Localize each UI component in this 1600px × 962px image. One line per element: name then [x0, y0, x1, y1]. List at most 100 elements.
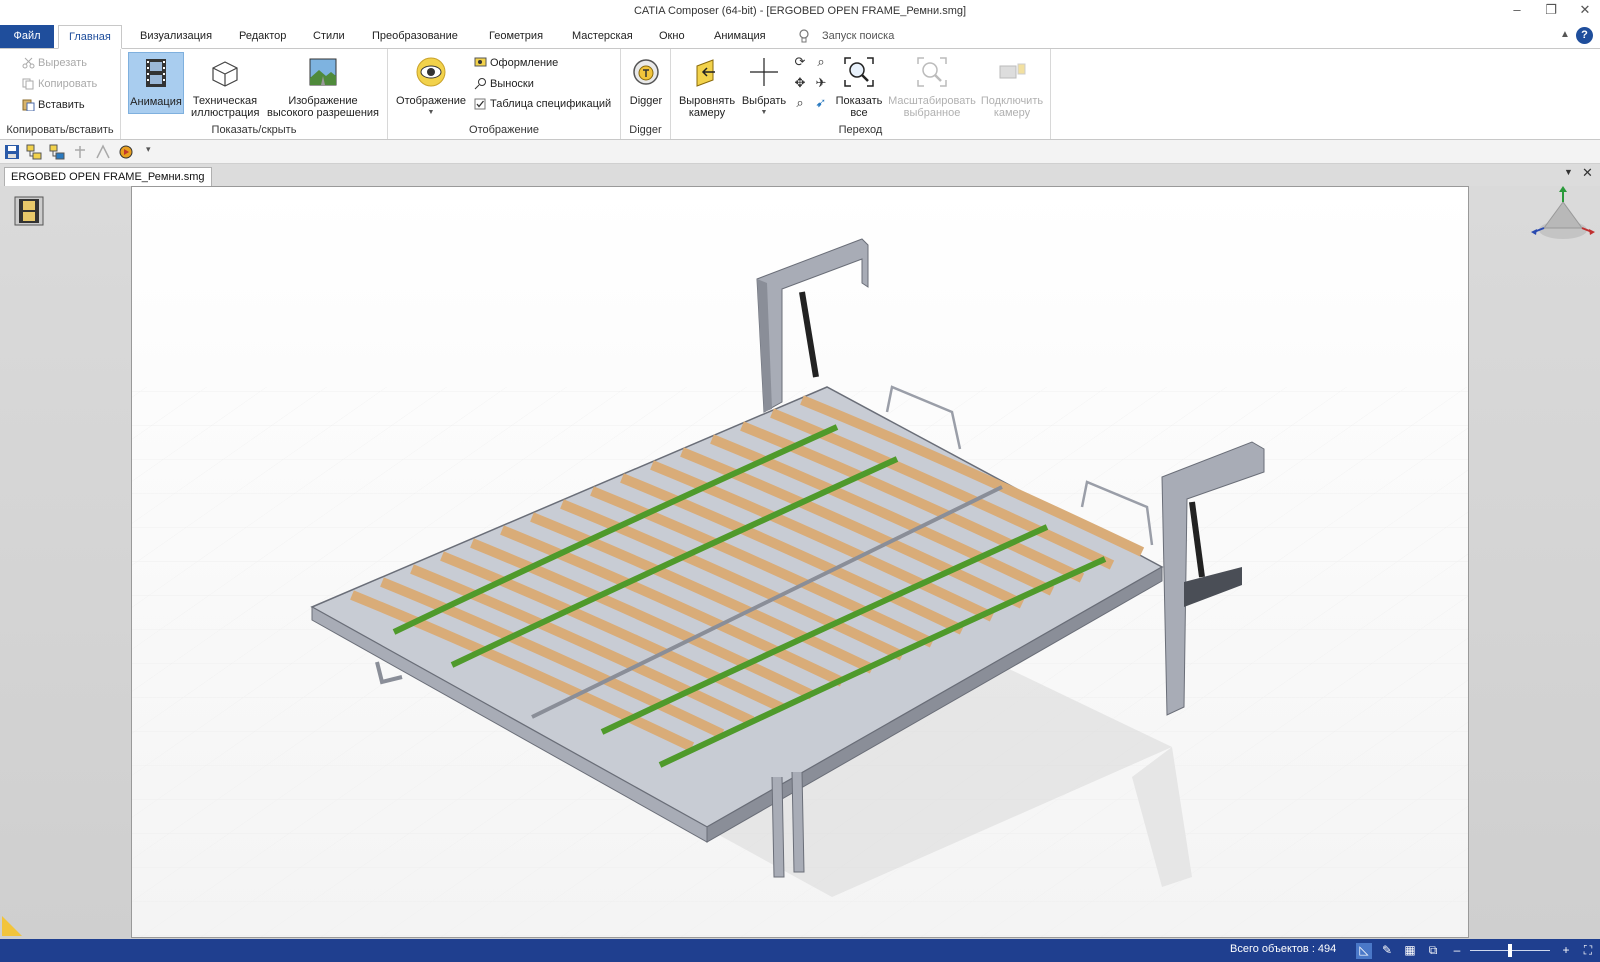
- styling-button[interactable]: Оформление: [472, 54, 558, 72]
- tab-animation[interactable]: Анимация: [704, 25, 776, 49]
- help-icon[interactable]: ?: [1576, 27, 1593, 44]
- group-display: Отображение ▼ Оформление Выноски Таблица…: [388, 49, 621, 139]
- document-tabs: ERGOBED OPEN FRAME_Ремни.smg ▼ ✕: [0, 164, 1600, 186]
- hires-image-button[interactable]: Изображение высокого разрешения: [263, 52, 383, 119]
- run-icon[interactable]: [118, 144, 134, 160]
- tech-illustration-icon: [212, 61, 238, 87]
- pan-icon[interactable]: ✥: [792, 75, 808, 91]
- callouts-label: Выноски: [490, 78, 534, 90]
- cut-button[interactable]: Вырезать: [20, 54, 87, 72]
- bom-table-checkbox[interactable]: Таблица спецификаций: [472, 95, 611, 113]
- styling-label: Оформление: [490, 57, 559, 69]
- callouts-button[interactable]: Выноски: [472, 75, 534, 93]
- group-label-navigation: Переход: [838, 124, 883, 136]
- grid-icon[interactable]: ▦: [1402, 943, 1418, 959]
- show-all-label-1: Показать: [835, 95, 883, 107]
- hires-label-1: Изображение: [288, 95, 358, 107]
- tab-workshop[interactable]: Мастерская: [562, 25, 643, 49]
- lightbulb-icon: [799, 29, 809, 43]
- tab-visualization[interactable]: Визуализация: [130, 25, 222, 49]
- copy-button[interactable]: Копировать: [20, 75, 97, 93]
- rotate-icon[interactable]: ⟳: [792, 54, 808, 70]
- zoom-fit-icon: [844, 57, 874, 87]
- film-strip-icon: [146, 59, 166, 87]
- paste-icon: [22, 99, 35, 111]
- walk-icon[interactable]: ➹: [813, 95, 829, 111]
- ribbon: Вырезать Копировать Вставить Копировать/…: [0, 49, 1600, 140]
- tab-editor[interactable]: Редактор: [229, 25, 296, 49]
- document-tab[interactable]: ERGOBED OPEN FRAME_Ремни.smg: [4, 167, 212, 186]
- brush-icon[interactable]: ✎: [1379, 943, 1395, 959]
- paste-button[interactable]: Вставить: [20, 96, 85, 114]
- crosshair-icon: [750, 58, 778, 86]
- digger-button[interactable]: Digger: [625, 52, 667, 114]
- restore-button[interactable]: ❐: [1534, 0, 1568, 22]
- animation-button[interactable]: Анимация: [128, 52, 184, 114]
- minimize-button[interactable]: –: [1500, 0, 1534, 22]
- copy-icon: [22, 78, 34, 90]
- search-launch[interactable]: Запуск поиска: [812, 25, 904, 49]
- total-objects: Всего объектов : 494: [1230, 943, 1337, 955]
- zoom-out-button[interactable]: –: [1449, 943, 1465, 959]
- animation-panel-icon[interactable]: [14, 196, 44, 226]
- select-button[interactable]: Выбрать ▼: [739, 52, 789, 116]
- zoom-in-button[interactable]: +: [1558, 943, 1574, 959]
- zoom-selected-button[interactable]: Масштабировать выбранное: [887, 52, 977, 119]
- fly-icon[interactable]: ✈: [813, 75, 829, 91]
- explode-icon[interactable]: [95, 144, 111, 160]
- camera-icon: [999, 63, 1026, 79]
- group-label-show-hide: Показать/скрыть: [211, 124, 297, 136]
- tab-transform[interactable]: Преобразование: [362, 25, 468, 49]
- bed-model-view[interactable]: [132, 187, 1469, 938]
- tech-illustration-label-1: Техническая: [192, 95, 258, 107]
- group-clipboard: Вырезать Копировать Вставить Копировать/…: [0, 49, 121, 139]
- zoom-region-icon[interactable]: ⌕: [792, 95, 808, 111]
- 3d-viewport[interactable]: [131, 186, 1469, 938]
- ribbon-tabs: Файл Главная Визуализация Редактор Стили…: [0, 24, 1600, 49]
- title-bar: CATIA Composer (64-bit) - [ERGOBED OPEN …: [0, 0, 1600, 24]
- copy-label: Копировать: [38, 78, 98, 90]
- zoom-selected-label-2: выбранное: [903, 107, 961, 119]
- tech-illustration-button[interactable]: Техническая иллюстрация: [191, 52, 259, 119]
- digger-icon: [633, 59, 659, 85]
- tab-home[interactable]: Главная: [58, 25, 122, 49]
- save-icon[interactable]: [4, 144, 20, 160]
- close-window-button[interactable]: ✕: [1568, 0, 1600, 22]
- collapse-ribbon-icon[interactable]: ▲: [1560, 29, 1570, 40]
- tab-styles[interactable]: Стили: [303, 25, 355, 49]
- view-cube-icon[interactable]: [1528, 186, 1598, 244]
- file-tab[interactable]: Файл: [0, 25, 54, 48]
- display-button[interactable]: Отображение ▼: [394, 52, 468, 116]
- connect-camera-label-2: камеру: [993, 107, 1031, 119]
- fit-window-icon[interactable]: ⧉: [1425, 943, 1441, 959]
- zoom-selected-icon: [917, 57, 947, 87]
- tree-remove-icon[interactable]: [49, 144, 65, 160]
- tab-window[interactable]: Окно: [649, 25, 695, 49]
- show-all-button[interactable]: Показать все: [833, 52, 885, 119]
- show-all-label-2: все: [850, 107, 868, 119]
- group-digger: Digger Digger: [621, 49, 671, 139]
- zoom-slider-thumb[interactable]: [1508, 944, 1512, 957]
- fullscreen-icon[interactable]: ⛶: [1580, 943, 1596, 959]
- select-dropdown-icon: ▼: [760, 109, 768, 116]
- corner-marker-icon: [2, 916, 22, 936]
- checkbox-checked-icon: [474, 98, 486, 110]
- zoom-selected-label-1: Масштабировать: [888, 95, 976, 107]
- qat-customize-icon[interactable]: ▾: [146, 144, 151, 155]
- measure-icon[interactable]: ◺: [1356, 943, 1372, 959]
- animation-label: Анимация: [130, 96, 182, 108]
- hires-label-2: высокого разрешения: [267, 107, 379, 119]
- styling-icon: [474, 57, 487, 67]
- quick-access-toolbar: ▾: [0, 140, 1600, 164]
- hierarchy-icon[interactable]: [72, 144, 88, 160]
- tree-add-icon[interactable]: [26, 144, 42, 160]
- tab-geometry[interactable]: Геометрия: [479, 25, 553, 49]
- display-label: Отображение: [396, 95, 466, 107]
- zoom-icon[interactable]: ⌕: [813, 54, 829, 70]
- callout-icon: [474, 78, 486, 90]
- connect-camera-button[interactable]: Подключить камеру: [977, 52, 1047, 119]
- display-dropdown-icon: ▼: [427, 109, 435, 116]
- align-camera-button[interactable]: Выровнять камеру: [677, 52, 737, 119]
- tabs-dropdown-icon[interactable]: ▼: [1564, 167, 1573, 177]
- close-document-icon[interactable]: ✕: [1582, 165, 1593, 181]
